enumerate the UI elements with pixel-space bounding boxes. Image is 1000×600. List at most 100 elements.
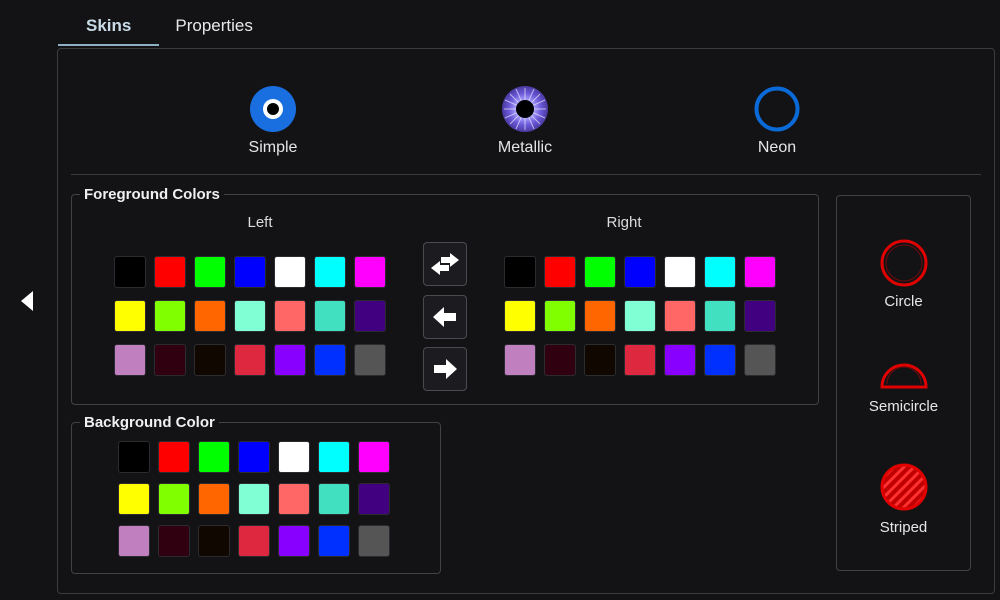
background-color-swatch[interactable] (278, 441, 310, 473)
shape-semicircle[interactable]: Semicircle (837, 360, 970, 415)
copy-right-to-left-button[interactable] (423, 295, 467, 339)
right-color-swatch[interactable] (704, 300, 736, 332)
background-color-grid (118, 441, 390, 557)
background-color-swatch[interactable] (238, 483, 270, 515)
right-color-swatch[interactable] (584, 300, 616, 332)
semicircle-shape-icon (879, 363, 928, 389)
right-color-swatch[interactable] (544, 256, 576, 288)
left-color-swatch[interactable] (114, 256, 146, 288)
tab-bar: Skins Properties (58, 0, 281, 48)
shape-selector: Circle Semicircle Striped (836, 195, 971, 571)
background-color-swatch[interactable] (158, 441, 190, 473)
foreground-colors-title: Foreground Colors (84, 186, 220, 203)
neon-ring-icon (753, 85, 801, 133)
right-color-swatch[interactable] (704, 344, 736, 376)
background-color-swatch[interactable] (198, 441, 230, 473)
left-color-swatch[interactable] (314, 300, 346, 332)
shape-striped[interactable]: Striped (837, 462, 970, 536)
right-color-swatch[interactable] (544, 300, 576, 332)
left-color-swatch[interactable] (154, 256, 186, 288)
right-color-swatch[interactable] (624, 256, 656, 288)
skin-metallic-label: Metallic (497, 139, 553, 156)
swap-colors-button[interactable] (423, 242, 467, 286)
left-color-swatch[interactable] (194, 300, 226, 332)
skin-neon-label: Neon (757, 139, 797, 156)
background-color-swatch[interactable] (118, 525, 150, 557)
left-color-swatch[interactable] (354, 344, 386, 376)
background-color-swatch[interactable] (278, 483, 310, 515)
background-color-swatch[interactable] (358, 441, 390, 473)
background-color-swatch[interactable] (318, 483, 350, 515)
left-color-swatch[interactable] (274, 344, 306, 376)
background-color-swatch[interactable] (238, 441, 270, 473)
background-color-swatch[interactable] (198, 483, 230, 515)
background-color-swatch[interactable] (198, 525, 230, 557)
left-color-swatch[interactable] (154, 300, 186, 332)
tab-skins[interactable]: Skins (58, 0, 160, 46)
background-color-swatch[interactable] (118, 483, 150, 515)
right-color-swatch[interactable] (704, 256, 736, 288)
right-color-swatch[interactable] (624, 344, 656, 376)
right-color-swatch[interactable] (664, 256, 696, 288)
left-color-swatch[interactable] (194, 256, 226, 288)
right-color-swatch[interactable] (744, 256, 776, 288)
left-label: Left (247, 214, 273, 231)
background-color-swatch[interactable] (278, 525, 310, 557)
right-color-swatch[interactable] (624, 300, 656, 332)
right-color-swatch[interactable] (504, 256, 536, 288)
right-color-swatch[interactable] (744, 344, 776, 376)
shape-striped-label: Striped (879, 519, 928, 536)
skin-simple-label: Simple (248, 139, 298, 156)
shape-semicircle-label: Semicircle (868, 398, 939, 415)
right-color-swatch[interactable] (544, 344, 576, 376)
right-color-swatch[interactable] (744, 300, 776, 332)
background-color-swatch[interactable] (358, 525, 390, 557)
left-color-swatch[interactable] (354, 300, 386, 332)
arrow-left-icon (433, 307, 456, 327)
left-color-swatch[interactable] (274, 300, 306, 332)
left-color-swatch[interactable] (114, 300, 146, 332)
background-color-swatch[interactable] (318, 525, 350, 557)
skin-neon[interactable]: Neon (717, 85, 837, 157)
background-color-swatch[interactable] (318, 441, 350, 473)
right-color-swatch[interactable] (504, 300, 536, 332)
copy-left-to-right-button[interactable] (423, 347, 467, 391)
left-color-swatch[interactable] (274, 256, 306, 288)
left-color-grid (114, 256, 386, 376)
left-color-swatch[interactable] (154, 344, 186, 376)
left-color-swatch[interactable] (234, 344, 266, 376)
shape-circle-label: Circle (884, 293, 923, 310)
left-color-swatch[interactable] (114, 344, 146, 376)
right-color-swatch[interactable] (584, 256, 616, 288)
right-color-swatch[interactable] (664, 344, 696, 376)
tab-properties[interactable]: Properties (159, 0, 280, 46)
right-color-swatch[interactable] (584, 344, 616, 376)
left-color-swatch[interactable] (354, 256, 386, 288)
left-color-swatch[interactable] (234, 300, 266, 332)
simple-eye-icon (249, 85, 297, 133)
swap-arrows-icon (431, 253, 459, 275)
striped-shape-icon (880, 463, 927, 511)
metallic-eye-icon (501, 85, 549, 133)
background-color-swatch[interactable] (118, 441, 150, 473)
background-color-swatch[interactable] (158, 525, 190, 557)
left-color-swatch[interactable] (234, 256, 266, 288)
skins-divider (71, 174, 981, 175)
background-color-swatch[interactable] (358, 483, 390, 515)
right-color-swatch[interactable] (504, 344, 536, 376)
skin-simple[interactable]: Simple (213, 85, 333, 157)
right-label: Right (606, 214, 642, 231)
background-color-title: Background Color (84, 414, 215, 431)
back-arrow-icon[interactable] (19, 289, 35, 313)
background-color-swatch[interactable] (158, 483, 190, 515)
arrow-right-icon (434, 359, 457, 379)
circle-shape-icon (880, 239, 927, 287)
right-color-grid (504, 256, 776, 376)
left-color-swatch[interactable] (314, 256, 346, 288)
left-color-swatch[interactable] (314, 344, 346, 376)
background-color-swatch[interactable] (238, 525, 270, 557)
skin-metallic[interactable]: Metallic (465, 85, 585, 157)
left-color-swatch[interactable] (194, 344, 226, 376)
right-color-swatch[interactable] (664, 300, 696, 332)
shape-circle[interactable]: Circle (837, 238, 970, 310)
